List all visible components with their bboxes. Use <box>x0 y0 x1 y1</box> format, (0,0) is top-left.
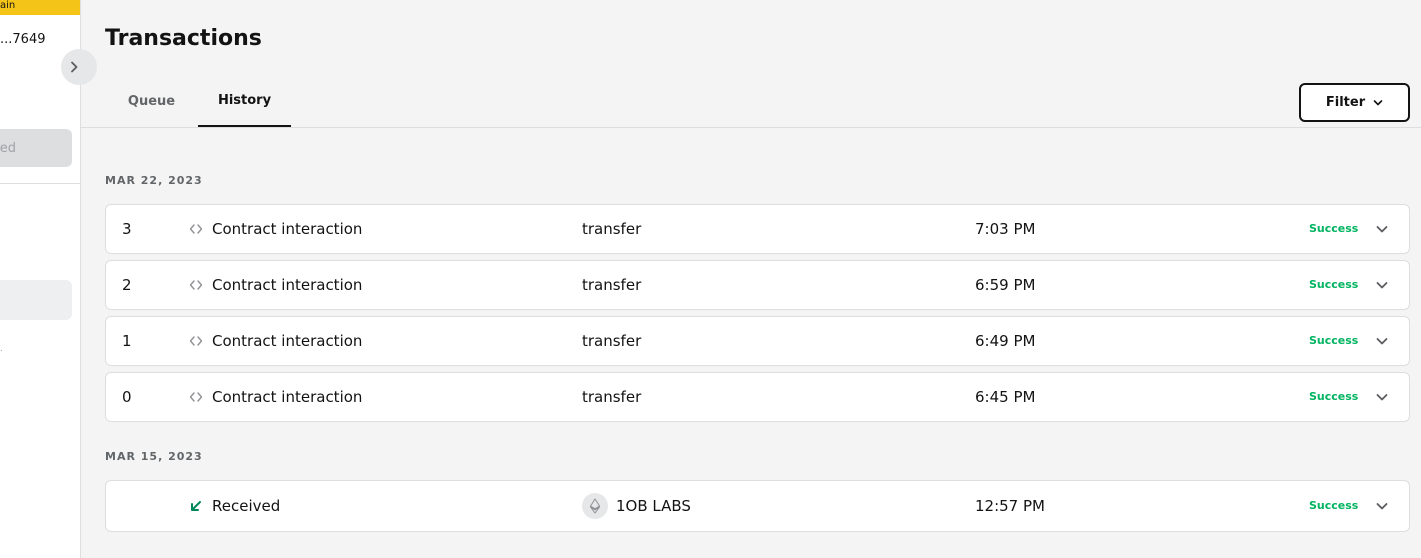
chevron-down-icon[interactable] <box>1374 498 1390 514</box>
transaction-row[interactable]: Received 1OB LABS 12:57 PM Success <box>105 480 1410 532</box>
status-badge: Success <box>1309 390 1359 403</box>
code-icon <box>189 392 203 402</box>
chevron-down-icon <box>1373 99 1383 105</box>
tx-type: Contract interaction <box>212 332 363 350</box>
tx-type: Contract interaction <box>212 276 363 294</box>
status-badge: Success <box>1309 278 1359 291</box>
status-badge: Success <box>1309 499 1359 512</box>
tx-type: Contract interaction <box>212 220 363 238</box>
tx-time: 6:45 PM <box>975 388 1036 406</box>
chain-badge: ain <box>0 0 80 15</box>
date-label: MAR 15, 2023 <box>105 450 203 463</box>
received-arrow-icon <box>191 501 201 511</box>
token-name: 1OB LABS <box>616 497 691 515</box>
filter-button[interactable]: Filter <box>1299 83 1410 122</box>
status-badge: Success <box>1309 334 1359 347</box>
date-label: MAR 22, 2023 <box>105 174 203 187</box>
transaction-row[interactable]: 1 Contract interaction transfer 6:49 PM … <box>105 316 1410 366</box>
tabs-divider <box>81 127 1421 128</box>
code-icon <box>189 336 203 346</box>
filter-label: Filter <box>1325 95 1366 110</box>
tx-method: transfer <box>582 388 642 406</box>
eth-token-icon <box>582 493 608 519</box>
tx-time: 6:59 PM <box>975 276 1036 294</box>
status-badge: Success <box>1309 222 1359 235</box>
tx-type: Contract interaction <box>212 388 363 406</box>
sidebar-divider <box>0 183 80 184</box>
main-content: Transactions Queue History Filter MAR 22… <box>81 0 1421 558</box>
tab-queue[interactable]: Queue <box>105 76 198 127</box>
tab-bar: Queue History <box>105 76 291 127</box>
chevron-down-icon[interactable] <box>1374 277 1390 293</box>
sidebar-item-transactions[interactable] <box>0 280 72 320</box>
tx-method: transfer <box>582 332 642 350</box>
code-icon <box>189 280 203 290</box>
chevron-down-icon[interactable] <box>1374 333 1390 349</box>
chevron-down-icon[interactable] <box>1374 389 1390 405</box>
chevron-right-icon <box>71 61 78 73</box>
sidebar: ain ...7649 ed . <box>0 0 81 558</box>
tab-history[interactable]: History <box>198 76 291 127</box>
chevron-down-icon[interactable] <box>1374 221 1390 237</box>
new-transaction-label: ed <box>0 140 16 156</box>
tx-time: 7:03 PM <box>975 220 1036 238</box>
tx-method: transfer <box>582 220 642 238</box>
tx-nonce: 3 <box>122 220 132 238</box>
code-icon <box>189 224 203 234</box>
tx-time: 12:57 PM <box>975 497 1045 515</box>
safe-address[interactable]: ...7649 <box>0 32 45 47</box>
page-title: Transactions <box>105 26 262 51</box>
new-transaction-button[interactable]: ed <box>0 129 72 167</box>
tx-time: 6:49 PM <box>975 332 1036 350</box>
tx-nonce: 0 <box>122 388 132 406</box>
tx-method: transfer <box>582 276 642 294</box>
tx-type: Received <box>212 497 281 515</box>
transaction-row[interactable]: 0 Contract interaction transfer 6:45 PM … <box>105 372 1410 422</box>
tx-nonce: 1 <box>122 332 132 350</box>
transaction-row[interactable]: 2 Contract interaction transfer 6:59 PM … <box>105 260 1410 310</box>
transaction-row[interactable]: 3 Contract interaction transfer 7:03 PM … <box>105 204 1410 254</box>
tx-nonce: 2 <box>122 276 132 294</box>
sidebar-item-truncated: . <box>0 344 3 354</box>
